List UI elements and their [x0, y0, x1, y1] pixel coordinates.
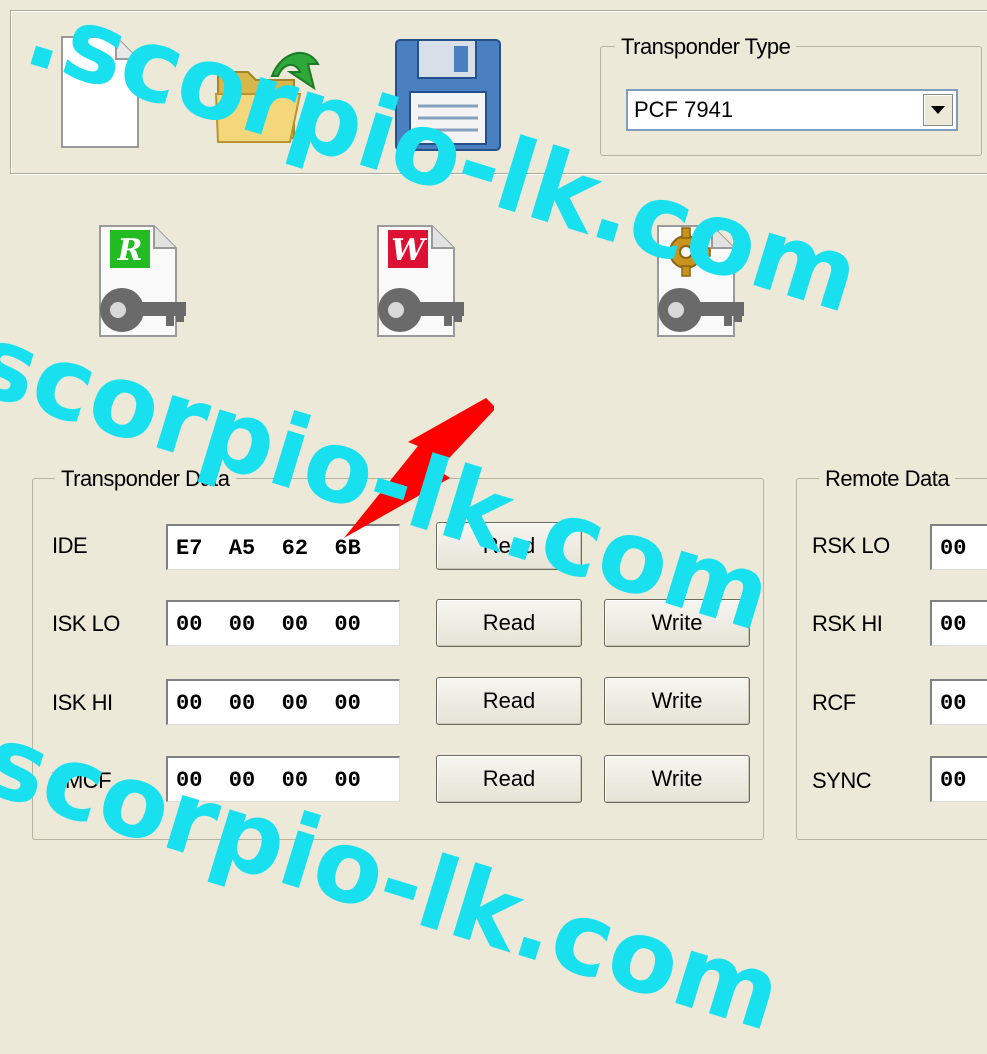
dropdown-arrow-icon[interactable]: [923, 94, 953, 126]
rsk-hi-label: RSK HI: [812, 611, 883, 636]
isk-hi-read-button[interactable]: Read: [436, 677, 582, 725]
sync-label: SYNC: [812, 768, 872, 793]
sync-field[interactable]: 00: [930, 756, 987, 802]
ide-label: IDE: [52, 533, 88, 558]
isk-hi-field[interactable]: 00 00 00 00: [166, 679, 400, 725]
transponder-type-value: PCF 7941: [634, 97, 734, 122]
tmcf-label: TMCF: [52, 768, 112, 793]
settings-key-icon[interactable]: [654, 222, 746, 340]
rsk-lo-field[interactable]: 00: [930, 524, 987, 570]
isk-lo-write-button[interactable]: Write: [604, 599, 750, 647]
red-arrow-annotation: [334, 392, 496, 542]
transponder-data-legend: Transponder Data: [55, 466, 236, 492]
isk-hi-label: ISK HI: [52, 690, 113, 715]
isk-lo-read-button[interactable]: Read: [436, 599, 582, 647]
isk-lo-field[interactable]: 00 00 00 00: [166, 600, 400, 646]
rcf-label: RCF: [812, 690, 856, 715]
tmcf-read-button[interactable]: Read: [436, 755, 582, 803]
transponder-type-select[interactable]: PCF 7941: [626, 89, 958, 131]
read-key-letter: R: [117, 233, 143, 268]
read-key-icon[interactable]: R: [96, 222, 188, 340]
tmcf-field[interactable]: 00 00 00 00: [166, 756, 400, 802]
remote-data-legend: Remote Data: [819, 466, 956, 492]
save-floppy-icon[interactable]: [392, 36, 504, 154]
tmcf-write-button[interactable]: Write: [604, 755, 750, 803]
transponder-type-legend: Transponder Type: [615, 34, 797, 60]
new-file-icon[interactable]: [58, 33, 142, 151]
isk-hi-write-button[interactable]: Write: [604, 677, 750, 725]
open-folder-icon[interactable]: [212, 42, 324, 154]
rcf-field[interactable]: 00: [930, 679, 987, 725]
isk-lo-label: ISK LO: [52, 611, 120, 636]
write-key-letter: W: [391, 233, 428, 268]
rsk-lo-label: RSK LO: [812, 533, 890, 558]
write-key-icon[interactable]: W: [374, 222, 466, 340]
rsk-hi-field[interactable]: 00: [930, 600, 987, 646]
